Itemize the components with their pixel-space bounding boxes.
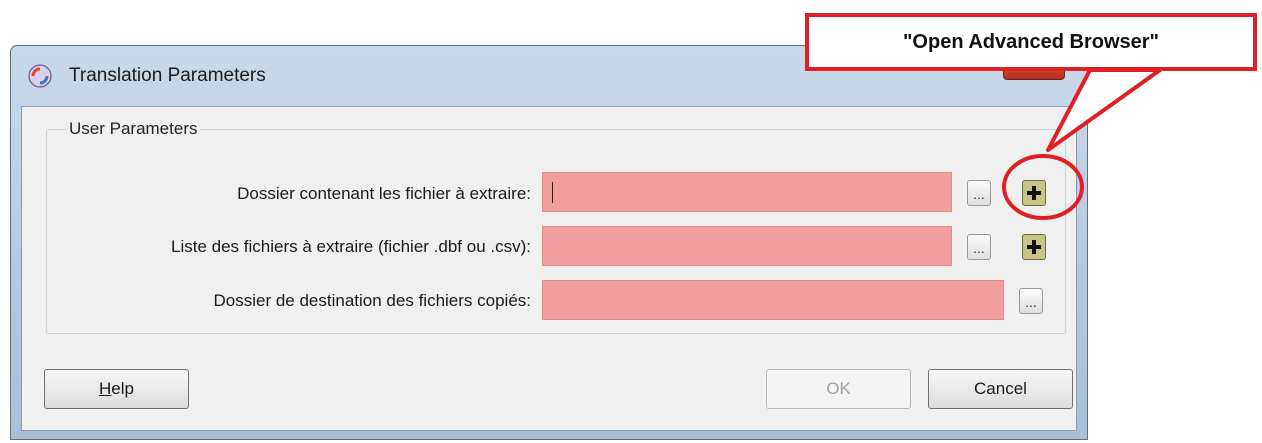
highlight-ring: [1002, 154, 1084, 220]
annotation-callout: "Open Advanced Browser": [805, 13, 1257, 71]
